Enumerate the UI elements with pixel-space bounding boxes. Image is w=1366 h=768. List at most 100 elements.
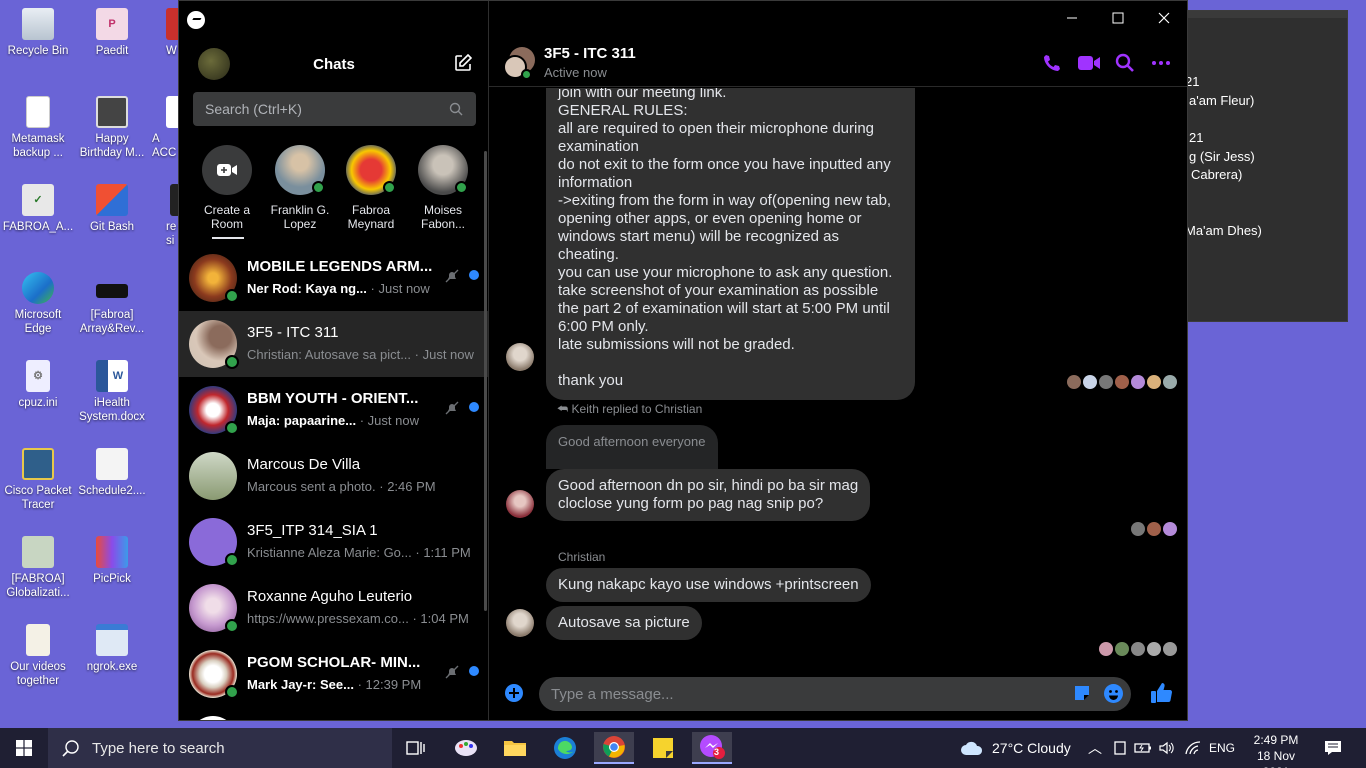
start-button[interactable] (0, 728, 48, 768)
message-text: all are required to open their microphon… (558, 120, 875, 137)
close-button[interactable] (1141, 7, 1187, 29)
chat-row[interactable]: Marcous De Villa Marcous sent a photo. ·… (179, 443, 488, 509)
input-language-indicator[interactable]: ENG (1209, 741, 1235, 755)
chat-search-input[interactable] (193, 92, 476, 126)
desktop-icon-cisco[interactable]: Cisco Packet Tracer (0, 448, 76, 512)
story-moises-fabon[interactable]: Moises Fabon... (411, 145, 475, 231)
message-bubble[interactable]: join with our meeting link. GENERAL RULE… (546, 88, 915, 400)
desktop-icon-git-bash[interactable]: Git Bash (74, 184, 150, 234)
conversation-title[interactable]: 3F5 - ITC 311 (544, 45, 636, 62)
taskbar-app-file-explorer[interactable] (495, 732, 535, 764)
sender-avatar[interactable] (506, 343, 534, 371)
desktop-icon-birthday[interactable]: Happy Birthday M... (74, 96, 150, 160)
desktop-icon-access[interactable]: A ACC (148, 96, 178, 160)
desktop-icon-ihealth[interactable]: W iHealth System.docx (74, 360, 150, 424)
message-bubble[interactable]: Good afternoon dn po sir, hindi po ba si… (546, 469, 871, 521)
message-bubble[interactable]: Kung nakapc kayo use windows +printscree… (546, 568, 871, 602)
replied-message-preview[interactable]: Good afternoon everyone (546, 425, 718, 469)
sticky-notes-icon (653, 738, 673, 758)
seen-avatar (1083, 375, 1097, 389)
desktop-icon-label: Git Bash (89, 221, 135, 233)
device-icon[interactable] (1112, 740, 1128, 756)
desktop-icon-schedule[interactable]: Schedule2.... (74, 448, 150, 498)
taskbar-app-paint[interactable] (446, 732, 486, 764)
story-fabroa-meynard[interactable]: Fabroa Meynard (339, 145, 403, 231)
desktop-icon-array[interactable]: [Fabroa] Array&Rev... (74, 272, 150, 336)
desktop-icon-cpuz[interactable]: ⚙ cpuz.ini (0, 360, 76, 410)
seen-avatar (1147, 642, 1161, 656)
clock[interactable]: 2:49 PM 18 Nov 2021 (1244, 732, 1308, 768)
chat-row[interactable] (179, 707, 488, 720)
battery-icon[interactable] (1134, 741, 1152, 755)
chat-row[interactable]: MOBILE LEGENDS ARM... Ner Rod: Kaya ng..… (179, 245, 488, 311)
desktop-icon-word[interactable]: W (148, 8, 178, 58)
desktop-icon-paedit[interactable]: P Paedit (74, 8, 150, 58)
seen-avatar (1115, 375, 1129, 389)
phone-call-icon[interactable] (1042, 53, 1062, 73)
message-bubble[interactable]: Autosave sa picture (546, 606, 702, 640)
chat-row[interactable]: 3F5_ITP 314_SIA 1 Kristianne Aleza Marie… (179, 509, 488, 575)
maximize-button[interactable] (1095, 7, 1141, 29)
weather-widget[interactable]: 27°C Cloudy (992, 740, 1071, 756)
desktop-icon-picpick[interactable]: PicPick (74, 536, 150, 586)
sidebar-header: Chats (179, 1, 488, 89)
chat-preview-text: Maja: papaarine... (247, 413, 357, 428)
minimize-button[interactable] (1049, 7, 1095, 29)
chat-row-selected[interactable]: 3F5 - ITC 311 Christian: Autosave sa pic… (179, 311, 488, 377)
sticker-icon[interactable] (1073, 684, 1091, 702)
message-text: do not exit to the form once you have in… (558, 156, 891, 173)
taskbar-app-chrome[interactable] (594, 732, 634, 764)
thumbs-up-icon[interactable] (1149, 681, 1173, 705)
sender-avatar[interactable] (506, 609, 534, 637)
desktop-icon-ngrok[interactable]: ngrok.exe (74, 624, 150, 674)
desktop-icon-our-videos[interactable]: Our videos together (0, 624, 76, 688)
chat-row[interactable]: BBM YOUTH - ORIENT... Maja: papaarine...… (179, 377, 488, 443)
message-thread[interactable]: join with our meeting link. GENERAL RULE… (489, 88, 1187, 668)
more-options-icon[interactable] (1151, 53, 1171, 73)
taskbar-app-messenger[interactable]: 3 (692, 732, 732, 764)
desktop-icon-fabroa-a[interactable]: ✓ FABROA_A... (0, 184, 76, 234)
background-window[interactable]: 21 a'am Fleur) 21 g (Sir Jess) Cabrera) … (1160, 10, 1348, 322)
action-center-icon[interactable] (1324, 740, 1342, 756)
search-conversation-icon[interactable] (1115, 53, 1135, 73)
search-icon (62, 740, 79, 757)
taskbar-search-box[interactable]: Type here to search (48, 728, 392, 768)
desktop-icon-label: [Fabroa] Array&Rev... (79, 309, 145, 335)
desktop-icon-recycle-bin[interactable]: Recycle Bin (0, 8, 76, 58)
plus-icon[interactable] (505, 684, 523, 702)
compose-icon[interactable] (454, 54, 472, 72)
group-avatar[interactable] (503, 47, 535, 80)
desktop-icon-label: Microsoft Edge (14, 309, 62, 335)
volume-icon[interactable] (1158, 740, 1176, 756)
sidebar-scrollbar[interactable] (484, 151, 487, 611)
story-franklin-lopez[interactable]: Franklin G. Lopez (268, 145, 332, 231)
show-hidden-icons-chevron-icon[interactable]: ︿ (1088, 738, 1102, 758)
sender-avatar[interactable] (506, 490, 534, 518)
folder-icon (504, 741, 526, 756)
cisco-icon (22, 448, 54, 480)
taskbar-app-sticky-notes[interactable] (643, 732, 683, 764)
message-input[interactable] (539, 677, 1131, 711)
chat-row[interactable]: Roxanne Aguho Leuterio https://www.press… (179, 575, 488, 641)
chat-name: 3F5 - ITC 311 (247, 324, 339, 341)
task-view-button[interactable] (396, 732, 436, 764)
wifi-icon[interactable] (1184, 740, 1202, 756)
create-room-button[interactable]: Create a Room (195, 145, 259, 231)
desktop-icon-globalization[interactable]: [FABROA] Globalizati... (0, 536, 76, 600)
emoji-icon[interactable] (1104, 684, 1123, 703)
sender-name: Christian (558, 550, 606, 564)
chats-title: Chats (313, 56, 355, 73)
desktop-icon-metamask[interactable]: Metamask backup ... (0, 96, 76, 160)
chat-name: Roxanne Aguho Leuterio (247, 588, 413, 605)
desktop-icon-edge[interactable]: Microsoft Edge (0, 272, 76, 336)
avatar (189, 584, 239, 633)
chat-preview: Ner Rod: Kaya ng... · Just now (247, 281, 430, 296)
video-call-icon[interactable] (1077, 53, 1101, 73)
chat-time: · 2:46 PM (379, 479, 436, 494)
message-text: join with our meeting link. (558, 88, 727, 101)
desktop-icon-shortcut[interactable]: re si (148, 184, 178, 248)
desktop-icon-label: Metamask backup ... (11, 133, 65, 159)
taskbar-app-edge[interactable] (545, 732, 585, 764)
chat-row[interactable]: PGOM SCHOLAR- MIN... Mark Jay-r: See... … (179, 641, 488, 707)
seen-avatar (1131, 642, 1145, 656)
